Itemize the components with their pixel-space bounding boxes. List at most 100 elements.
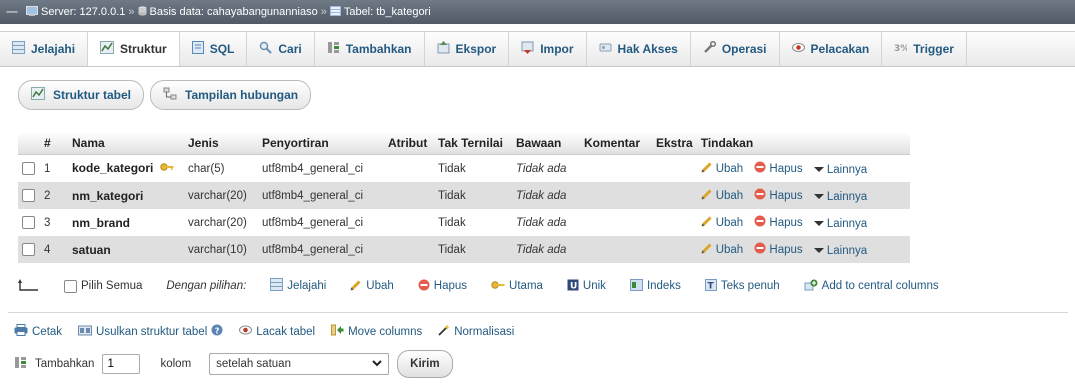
normalize-link[interactable]: Normalisasi xyxy=(438,324,514,339)
table-row: 3 nm_brand varchar(20) utf8mb4_general_c… xyxy=(18,209,910,236)
wrench-icon xyxy=(703,40,716,57)
column-type: varchar(20) xyxy=(184,209,258,236)
primary-key-icon xyxy=(159,161,174,176)
delete-icon xyxy=(754,215,766,230)
header-number: # xyxy=(40,132,68,155)
breadcrumb-table[interactable]: Tabel: tb_kategori xyxy=(329,5,431,19)
row-checkbox[interactable] xyxy=(22,189,35,202)
header-attributes[interactable]: Atribut xyxy=(384,132,434,155)
more-dropdown[interactable]: Lainnya xyxy=(813,245,867,257)
submit-button[interactable]: Kirim xyxy=(397,350,453,378)
caret-down-icon xyxy=(813,245,824,257)
more-dropdown[interactable]: Lainnya xyxy=(813,164,867,176)
more-dropdown[interactable]: Lainnya xyxy=(813,218,867,230)
bulk-drop-button[interactable]: Hapus xyxy=(418,279,467,294)
help-icon[interactable]: ? xyxy=(211,324,223,339)
bulk-central-columns-button[interactable]: Add to central columns xyxy=(804,279,939,294)
tab-search[interactable]: Cari xyxy=(247,32,315,66)
column-comment xyxy=(580,154,652,182)
subtab-table-structure[interactable]: Struktur tabel xyxy=(18,80,145,110)
tab-sql[interactable]: SQL xyxy=(180,32,248,66)
drop-button[interactable]: Hapus xyxy=(754,188,803,203)
table-tools: Cetak Usulkan struktur tabel ? Lacak tab… xyxy=(14,324,530,339)
column-type: char(5) xyxy=(184,154,258,182)
header-default[interactable]: Bawaan xyxy=(512,132,580,155)
column-type: varchar(20) xyxy=(184,182,258,209)
propose-structure-link[interactable]: Usulkan struktur tabel ? xyxy=(78,324,223,339)
header-comment[interactable]: Komentar xyxy=(580,132,652,155)
header-extra[interactable]: Ekstra xyxy=(652,132,697,155)
tab-export[interactable]: Ekspor xyxy=(425,32,510,66)
breadcrumb-server[interactable]: Server: 127.0.0.1 xyxy=(26,5,125,19)
column-attributes xyxy=(384,182,434,209)
breadcrumb-database[interactable]: Basis data: cahayabangunanniaso xyxy=(138,5,318,19)
position-select[interactable]: setelah satuan xyxy=(209,353,390,375)
tab-triggers[interactable]: 3% Trigger xyxy=(882,32,967,66)
row-checkbox[interactable] xyxy=(22,243,35,256)
bulk-fulltext-button[interactable]: T Teks penuh xyxy=(704,278,780,294)
change-button[interactable]: Ubah xyxy=(701,242,743,257)
column-unit-label: kolom xyxy=(160,358,192,370)
more-dropdown[interactable]: Lainnya xyxy=(813,191,867,203)
bulk-unique-button[interactable]: U Unik xyxy=(567,279,606,294)
tab-browse[interactable]: Jelajahi xyxy=(0,32,89,66)
collapse-navigation-icon[interactable]: — xyxy=(4,4,20,20)
delete-icon xyxy=(754,161,766,176)
tab-tracking[interactable]: Pelacakan xyxy=(780,32,883,66)
subtab-relation-view[interactable]: Tampilan hubungan xyxy=(150,80,312,110)
column-name: nm_kategori xyxy=(72,188,144,203)
column-name: satuan xyxy=(72,242,111,257)
track-table-link[interactable]: Lacak tabel xyxy=(239,324,315,339)
change-button[interactable]: Ubah xyxy=(701,215,743,230)
column-null: Tidak xyxy=(434,209,512,236)
tab-insert[interactable]: Tambahkan xyxy=(315,32,425,66)
header-actions: Tindakan xyxy=(696,132,910,155)
drop-button[interactable]: Hapus xyxy=(754,161,803,176)
server-icon xyxy=(26,5,38,19)
column-comment xyxy=(580,209,652,236)
row-checkbox[interactable] xyxy=(22,216,35,229)
caret-down-icon xyxy=(813,191,824,203)
column-extra xyxy=(652,209,697,236)
bulk-primary-button[interactable]: Utama xyxy=(491,279,543,294)
column-name: nm_brand xyxy=(72,215,131,230)
pencil-icon xyxy=(701,242,713,257)
move-columns-link[interactable]: Move columns xyxy=(331,324,422,339)
select-all-box[interactable] xyxy=(64,279,77,293)
svg-text:?: ? xyxy=(215,327,220,336)
column-attributes xyxy=(384,209,434,236)
header-name[interactable]: Nama xyxy=(68,132,184,155)
svg-text:U: U xyxy=(570,281,577,291)
select-all-checkbox[interactable]: Pilih Semua xyxy=(64,279,142,293)
column-extra xyxy=(652,182,697,209)
print-link[interactable]: Cetak xyxy=(14,324,62,339)
column-comment xyxy=(580,236,652,263)
header-type[interactable]: Jenis xyxy=(184,132,258,155)
drop-button[interactable]: Hapus xyxy=(754,242,803,257)
column-collation: utf8mb4_general_ci xyxy=(258,182,384,209)
header-null[interactable]: Tak Ternilai xyxy=(434,132,512,155)
change-button[interactable]: Ubah xyxy=(701,188,743,203)
tab-privileges[interactable]: Hak Akses xyxy=(587,32,691,66)
column-count-input[interactable] xyxy=(102,354,141,374)
sql-icon xyxy=(191,41,204,57)
column-extra xyxy=(652,236,697,263)
bulk-browse-button[interactable]: Jelajahi xyxy=(270,278,326,294)
tab-operations[interactable]: Operasi xyxy=(691,32,780,66)
column-collation: utf8mb4_general_ci xyxy=(258,236,384,263)
column-collation: utf8mb4_general_ci xyxy=(258,209,384,236)
row-number: 4 xyxy=(40,236,68,263)
pencil-icon xyxy=(701,161,713,176)
tab-import[interactable]: Impor xyxy=(509,32,587,66)
drop-button[interactable]: Hapus xyxy=(754,215,803,230)
pencil-icon xyxy=(350,279,362,294)
row-checkbox[interactable] xyxy=(22,162,35,175)
browse-icon xyxy=(12,41,25,57)
tab-structure[interactable]: Struktur xyxy=(88,32,180,66)
column-type: varchar(10) xyxy=(184,236,258,263)
change-button[interactable]: Ubah xyxy=(701,161,743,176)
column-default: Tidak ada xyxy=(512,154,580,182)
bulk-index-button[interactable]: Indeks xyxy=(629,278,681,294)
bulk-change-button[interactable]: Ubah xyxy=(350,279,394,294)
header-collation[interactable]: Penyortiran xyxy=(258,132,384,155)
